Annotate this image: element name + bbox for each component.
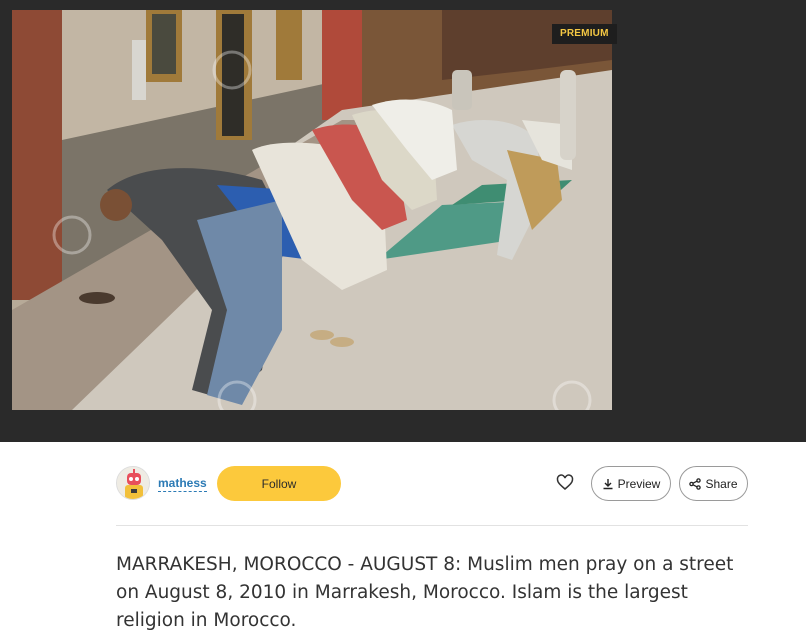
preview-button[interactable]: Preview — [591, 466, 671, 501]
image-meta-bar: mathess Follow Preview Share — [116, 464, 748, 504]
share-icon — [689, 477, 702, 490]
premium-badge: PREMIUM — [552, 24, 617, 44]
share-label: Share — [705, 476, 738, 491]
divider — [116, 525, 748, 526]
author-link[interactable]: mathess — [158, 476, 207, 492]
robot-avatar-icon[interactable] — [116, 466, 150, 500]
download-icon — [602, 478, 614, 490]
preview-label: Preview — [617, 476, 661, 491]
share-button[interactable]: Share — [679, 466, 748, 501]
photo-illustration — [12, 10, 612, 410]
follow-button[interactable]: Follow — [217, 466, 341, 501]
image-caption: MARRAKESH, MOROCCO - AUGUST 8: Muslim me… — [116, 554, 734, 631]
image-viewer: PREMIUM — [0, 0, 806, 442]
stock-photo[interactable] — [12, 10, 612, 410]
heart-icon[interactable] — [556, 474, 574, 492]
